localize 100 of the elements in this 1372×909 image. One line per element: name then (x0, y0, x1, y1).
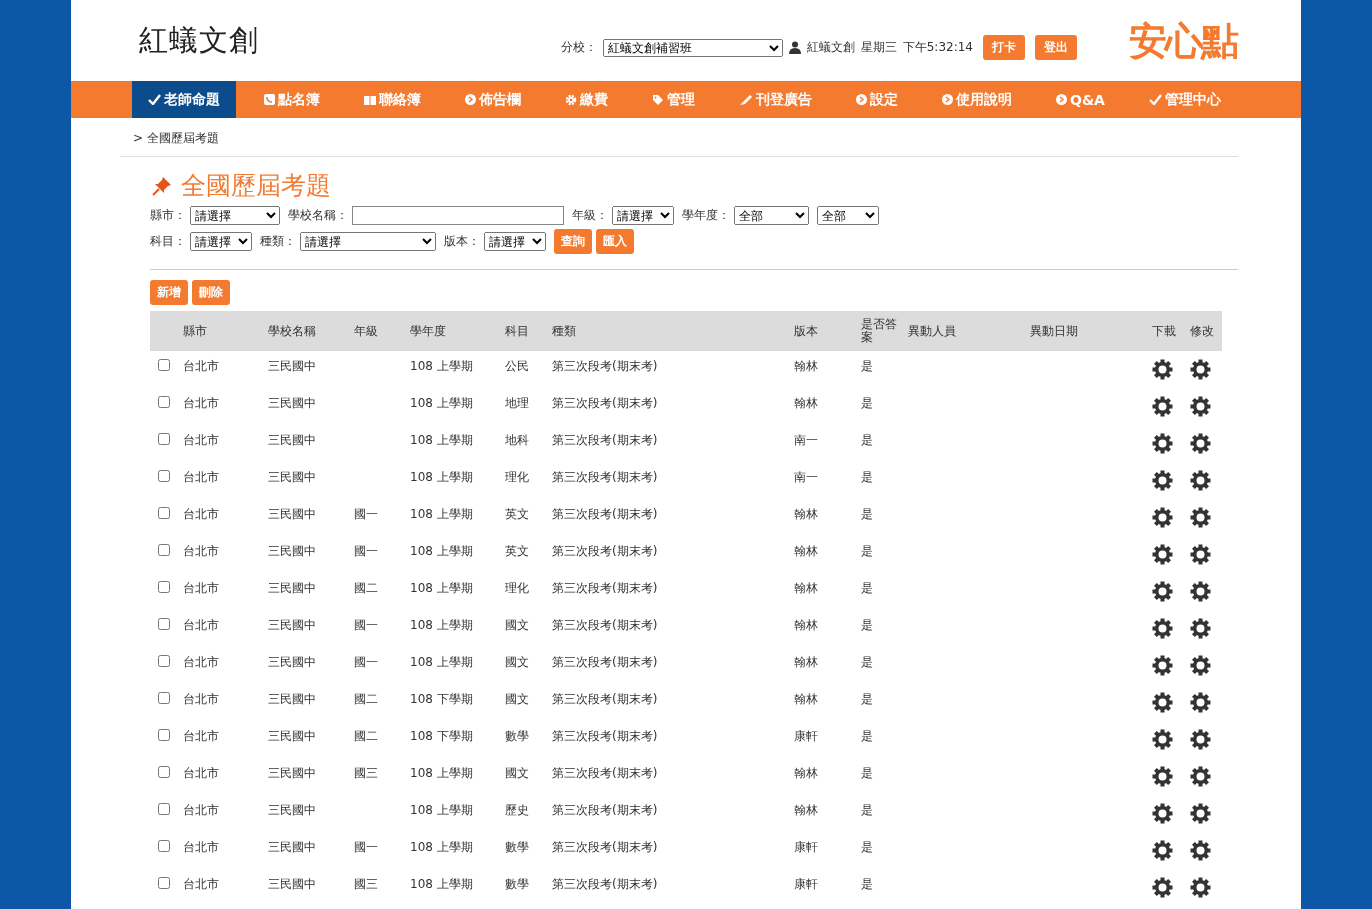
add-button[interactable]: 新增 (150, 280, 188, 305)
download-gear-icon[interactable] (1152, 655, 1173, 676)
table-cell: 台北市 (183, 692, 219, 706)
table-cell: 第三次段考(期末考) (552, 470, 658, 484)
edit-gear-icon[interactable] (1190, 359, 1211, 380)
edit-gear-icon[interactable] (1190, 581, 1211, 602)
edit-gear-icon[interactable] (1190, 729, 1211, 750)
edit-gear-icon[interactable] (1190, 618, 1211, 639)
column-header: 學校名稱 (268, 323, 316, 338)
table-cell: 台北市 (183, 433, 219, 447)
row-checkbox[interactable] (158, 618, 170, 630)
row-checkbox[interactable] (158, 766, 170, 778)
search-button[interactable]: 查詢 (554, 229, 592, 254)
download-gear-icon[interactable] (1152, 507, 1173, 528)
tag-icon (652, 93, 664, 106)
row-checkbox[interactable] (158, 544, 170, 556)
filter-select[interactable]: 請選擇 (190, 232, 252, 251)
table-cell: 第三次段考(期末考) (552, 840, 658, 854)
nav-tab[interactable]: 使用說明 (926, 81, 1028, 118)
pushpin-icon (151, 174, 173, 197)
download-gear-icon[interactable] (1152, 396, 1173, 417)
download-gear-icon[interactable] (1152, 766, 1173, 787)
table-cell: 第三次段考(期末考) (552, 766, 658, 780)
user-icon (788, 41, 801, 54)
row-checkbox[interactable] (158, 692, 170, 704)
import-button[interactable]: 匯入 (596, 229, 634, 254)
download-gear-icon[interactable] (1152, 359, 1173, 380)
filter-select[interactable]: 請選擇 (300, 232, 436, 251)
table-cell: 康軒 (794, 729, 818, 743)
arrow-circle-icon (942, 94, 953, 105)
edit-gear-icon[interactable] (1190, 840, 1211, 861)
row-checkbox[interactable] (158, 581, 170, 593)
row-checkbox[interactable] (158, 803, 170, 815)
row-checkbox[interactable] (158, 396, 170, 408)
download-gear-icon[interactable] (1152, 840, 1173, 861)
edit-gear-icon[interactable] (1190, 877, 1211, 898)
table-cell: 國文 (505, 618, 529, 632)
pen-icon (739, 93, 753, 106)
nav-tab[interactable]: 刊登廣告 (723, 81, 828, 118)
nav-tab[interactable]: 點名簿 (248, 81, 336, 118)
download-gear-icon[interactable] (1152, 581, 1173, 602)
nav-tab[interactable]: 繳費 (549, 81, 624, 118)
edit-gear-icon[interactable] (1190, 803, 1211, 824)
clock-in-button[interactable]: 打卡 (983, 35, 1025, 60)
nav-tab[interactable]: 管理中心 (1132, 81, 1237, 118)
branch-select[interactable]: 紅蟻文創補習班 (602, 38, 783, 57)
school-name-field[interactable] (352, 206, 564, 225)
delete-button[interactable]: 刪除 (192, 280, 230, 305)
table-cell: 翰林 (794, 766, 818, 780)
row-checkbox[interactable] (158, 433, 170, 445)
logout-button[interactable]: 登出 (1035, 35, 1077, 60)
download-gear-icon[interactable] (1152, 729, 1173, 750)
table-cell: 國文 (505, 766, 529, 780)
download-gear-icon[interactable] (1152, 618, 1173, 639)
row-checkbox[interactable] (158, 729, 170, 741)
table-cell: 台北市 (183, 544, 219, 558)
table-cell: 國一 (354, 507, 378, 521)
filter-select[interactable]: 全部 (817, 206, 879, 225)
nav-tab[interactable]: 老師命題 (132, 81, 236, 118)
nav-tab[interactable]: Q&A (1040, 81, 1121, 118)
row-checkbox[interactable] (158, 507, 170, 519)
filter-select[interactable]: 請選擇 (190, 206, 280, 225)
edit-gear-icon[interactable] (1190, 544, 1211, 565)
row-checkbox[interactable] (158, 840, 170, 852)
row-checkbox[interactable] (158, 359, 170, 371)
row-checkbox[interactable] (158, 655, 170, 667)
table-cell: 是 (861, 433, 873, 447)
table-cell: 理化 (505, 581, 529, 595)
download-gear-icon[interactable] (1152, 433, 1173, 454)
table-cell: 台北市 (183, 803, 219, 817)
row-checkbox[interactable] (158, 470, 170, 482)
edit-gear-icon[interactable] (1190, 766, 1211, 787)
download-gear-icon[interactable] (1152, 877, 1173, 898)
edit-gear-icon[interactable] (1190, 470, 1211, 491)
download-gear-icon[interactable] (1152, 544, 1173, 565)
table-cell: 國二 (354, 581, 378, 595)
edit-gear-icon[interactable] (1190, 433, 1211, 454)
filter-select[interactable]: 請選擇 (484, 232, 546, 251)
table-cell: 是 (861, 544, 873, 558)
download-gear-icon[interactable] (1152, 470, 1173, 491)
nav-tab[interactable]: 聯絡簿 (348, 81, 437, 118)
nav-tab[interactable]: 佈告欄 (449, 81, 537, 118)
filter-select[interactable]: 請選擇 (612, 206, 674, 225)
edit-gear-icon[interactable] (1190, 655, 1211, 676)
edit-gear-icon[interactable] (1190, 507, 1211, 528)
table-cell: 康軒 (794, 877, 818, 891)
nav-tab[interactable]: 設定 (840, 81, 914, 118)
download-gear-icon[interactable] (1152, 692, 1173, 713)
row-checkbox[interactable] (158, 877, 170, 889)
nav-tab[interactable]: 管理 (636, 81, 711, 118)
table-cell: 是 (861, 655, 873, 669)
download-gear-icon[interactable] (1152, 803, 1173, 824)
table-cell: 第三次段考(期末考) (552, 544, 658, 558)
table-cell: 第三次段考(期末考) (552, 803, 658, 817)
table-cell: 是 (861, 359, 873, 373)
edit-gear-icon[interactable] (1190, 396, 1211, 417)
filter-select[interactable]: 全部 (734, 206, 809, 225)
check-icon (1148, 94, 1162, 105)
table-cell: 第三次段考(期末考) (552, 877, 658, 891)
edit-gear-icon[interactable] (1190, 692, 1211, 713)
